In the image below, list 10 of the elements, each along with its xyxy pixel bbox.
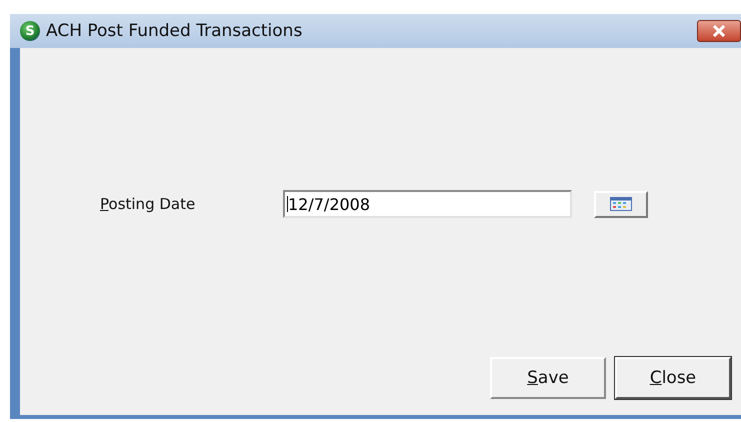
field-label: Posting Date <box>100 195 196 213</box>
window-title: ACH Post Funded Transactions <box>46 21 302 41</box>
dialog-button[interactable]: Save <box>490 357 606 399</box>
app-logo-icon: S <box>20 21 40 41</box>
close-icon <box>711 25 727 37</box>
calendar-button[interactable] <box>594 190 648 218</box>
close-button[interactable] <box>697 20 741 42</box>
calendar-icon <box>610 197 632 211</box>
dialog-button[interactable]: Close <box>615 357 731 399</box>
date-field[interactable]: 12/7/2008 <box>283 190 572 218</box>
